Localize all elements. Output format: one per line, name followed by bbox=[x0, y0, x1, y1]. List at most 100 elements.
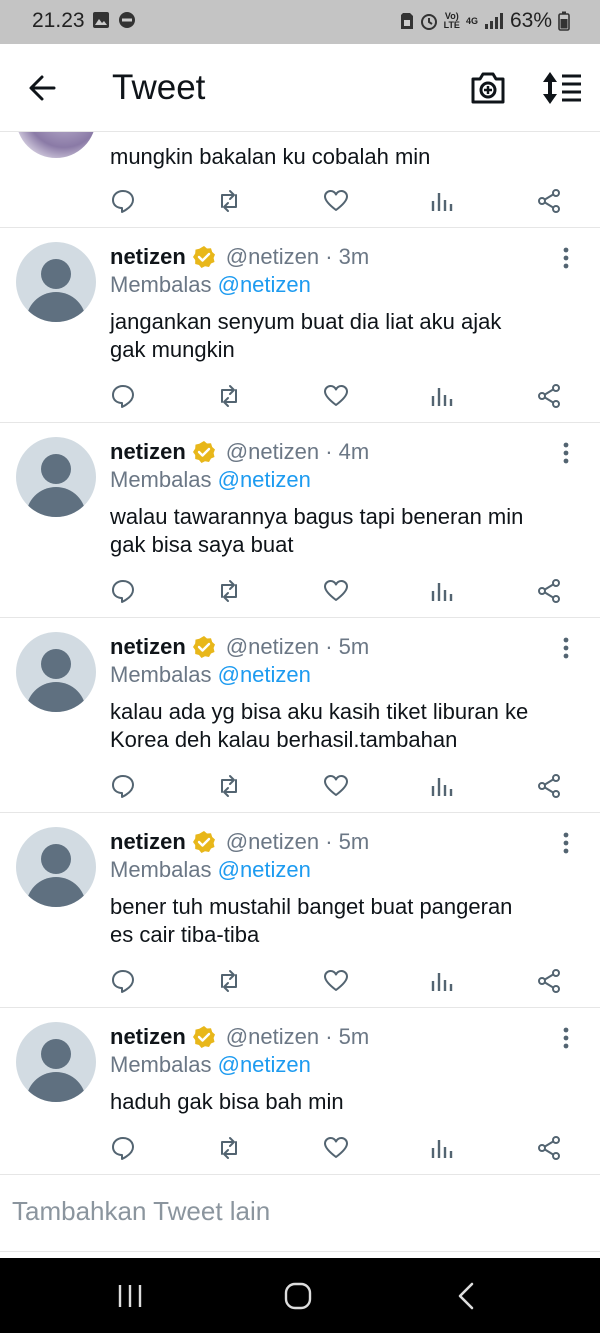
share-button[interactable] bbox=[536, 383, 566, 413]
reply-mention-link[interactable]: @netizen bbox=[218, 1052, 311, 1077]
author-handle: @netizen bbox=[225, 829, 320, 854]
analytics-button[interactable] bbox=[429, 188, 459, 218]
share-button[interactable] bbox=[536, 968, 566, 998]
more-options-button[interactable] bbox=[556, 246, 576, 270]
more-vertical-icon bbox=[563, 442, 569, 464]
avatar[interactable] bbox=[16, 242, 96, 322]
avatar[interactable] bbox=[16, 437, 96, 517]
author-handle: @netizen bbox=[225, 244, 320, 269]
tweet-time: · 4m bbox=[325, 439, 370, 464]
author-name[interactable]: netizen bbox=[110, 244, 186, 270]
reply-button[interactable] bbox=[110, 383, 140, 413]
share-button[interactable] bbox=[536, 578, 566, 608]
author-handle: @netizen bbox=[225, 439, 320, 464]
add-tweet-input[interactable] bbox=[12, 1196, 582, 1227]
reply-context: Membalas @netizen bbox=[110, 272, 311, 297]
tweet-actions bbox=[0, 968, 600, 998]
analytics-button[interactable] bbox=[429, 968, 459, 998]
retweet-icon bbox=[221, 580, 237, 602]
more-vertical-icon bbox=[563, 832, 569, 854]
home-button[interactable] bbox=[278, 1280, 318, 1312]
reply-mention-link[interactable]: @netizen bbox=[218, 857, 311, 882]
analytics-button[interactable] bbox=[429, 1135, 459, 1165]
verified-badge-icon bbox=[192, 636, 215, 658]
retweet-button[interactable] bbox=[216, 188, 246, 218]
like-icon bbox=[324, 190, 348, 211]
share-icon bbox=[538, 969, 560, 993]
like-icon bbox=[324, 580, 348, 601]
reply-mention-link[interactable]: @netizen bbox=[218, 662, 311, 687]
author-handle: @netizen bbox=[225, 634, 320, 659]
retweet-icon bbox=[221, 775, 237, 797]
share-icon bbox=[538, 189, 560, 213]
tweet-text: jangankan senyum buat dia liat aku ajak g… bbox=[110, 309, 502, 362]
system-nav-bar bbox=[0, 1258, 600, 1333]
like-button[interactable] bbox=[323, 383, 353, 413]
share-button[interactable] bbox=[536, 773, 566, 803]
author-name[interactable]: netizen bbox=[110, 439, 186, 465]
retweet-button[interactable] bbox=[216, 968, 246, 998]
like-button[interactable] bbox=[323, 188, 353, 218]
more-options-button[interactable] bbox=[556, 441, 576, 465]
reply-button[interactable] bbox=[110, 188, 140, 218]
battery-icon bbox=[558, 11, 570, 31]
reply-context: Membalas @netizen bbox=[110, 662, 311, 687]
tweet-feed: mungkin bakalan ku cobalah min netizen @… bbox=[0, 132, 600, 1175]
retweet-button[interactable] bbox=[216, 1135, 246, 1165]
analytics-button[interactable] bbox=[429, 578, 459, 608]
recents-button[interactable] bbox=[110, 1280, 150, 1312]
tweet-item[interactable]: netizen @netizen · 5m Membalas @netizen … bbox=[0, 813, 600, 1008]
reply-context: Membalas @netizen bbox=[110, 857, 311, 882]
back-arrow-icon bbox=[29, 75, 56, 101]
system-back-button[interactable] bbox=[446, 1280, 486, 1312]
reply-button[interactable] bbox=[110, 578, 140, 608]
analytics-button[interactable] bbox=[429, 383, 459, 413]
share-button[interactable] bbox=[536, 1135, 566, 1165]
tweet-item[interactable]: netizen @netizen · 5m Membalas @netizen … bbox=[0, 618, 600, 813]
sort-icon bbox=[543, 72, 581, 104]
author-name[interactable]: netizen bbox=[110, 1024, 186, 1050]
like-button[interactable] bbox=[323, 968, 353, 998]
avatar[interactable] bbox=[16, 827, 96, 907]
tweet-actions bbox=[0, 188, 600, 218]
more-options-button[interactable] bbox=[556, 831, 576, 855]
page-title: Tweet bbox=[112, 68, 206, 107]
share-icon bbox=[538, 384, 560, 408]
tweet-item[interactable]: netizen @netizen · 5m Membalas @netizen … bbox=[0, 1008, 600, 1175]
tweet-item[interactable]: netizen @netizen · 3m Membalas @netizen … bbox=[0, 228, 600, 423]
author-name[interactable]: netizen bbox=[110, 829, 186, 855]
home-icon bbox=[284, 1282, 312, 1310]
tweet-item[interactable]: mungkin bakalan ku cobalah min bbox=[0, 132, 600, 228]
more-options-button[interactable] bbox=[556, 1026, 576, 1050]
reply-mention-link[interactable]: @netizen bbox=[218, 272, 311, 297]
avatar[interactable] bbox=[16, 132, 96, 158]
avatar[interactable] bbox=[16, 1022, 96, 1102]
reply-button[interactable] bbox=[110, 773, 140, 803]
share-button[interactable] bbox=[536, 188, 566, 218]
retweet-button[interactable] bbox=[216, 578, 246, 608]
tweet-text: mungkin bakalan ku cobalah min bbox=[110, 144, 431, 169]
retweet-button[interactable] bbox=[216, 383, 246, 413]
retweet-button[interactable] bbox=[216, 773, 246, 803]
like-button[interactable] bbox=[323, 1135, 353, 1165]
like-button[interactable] bbox=[323, 773, 353, 803]
sort-button[interactable] bbox=[540, 68, 584, 108]
reply-button[interactable] bbox=[110, 1135, 140, 1165]
reply-icon bbox=[112, 1137, 134, 1160]
reply-button[interactable] bbox=[110, 968, 140, 998]
reply-icon bbox=[112, 580, 134, 603]
reply-mention-link[interactable]: @netizen bbox=[218, 467, 311, 492]
analytics-icon bbox=[431, 388, 453, 406]
like-button[interactable] bbox=[323, 578, 353, 608]
tweet-item[interactable]: netizen @netizen · 4m Membalas @netizen … bbox=[0, 423, 600, 618]
back-button[interactable] bbox=[22, 70, 62, 106]
avatar[interactable] bbox=[16, 632, 96, 712]
author-name[interactable]: netizen bbox=[110, 634, 186, 660]
analytics-button[interactable] bbox=[429, 773, 459, 803]
do-not-disturb-icon bbox=[119, 12, 135, 28]
camera-button[interactable] bbox=[467, 68, 509, 108]
author-handle: @netizen bbox=[225, 1024, 320, 1049]
more-options-button[interactable] bbox=[556, 636, 576, 660]
tweet-actions bbox=[0, 383, 600, 413]
recents-icon bbox=[118, 1285, 142, 1307]
